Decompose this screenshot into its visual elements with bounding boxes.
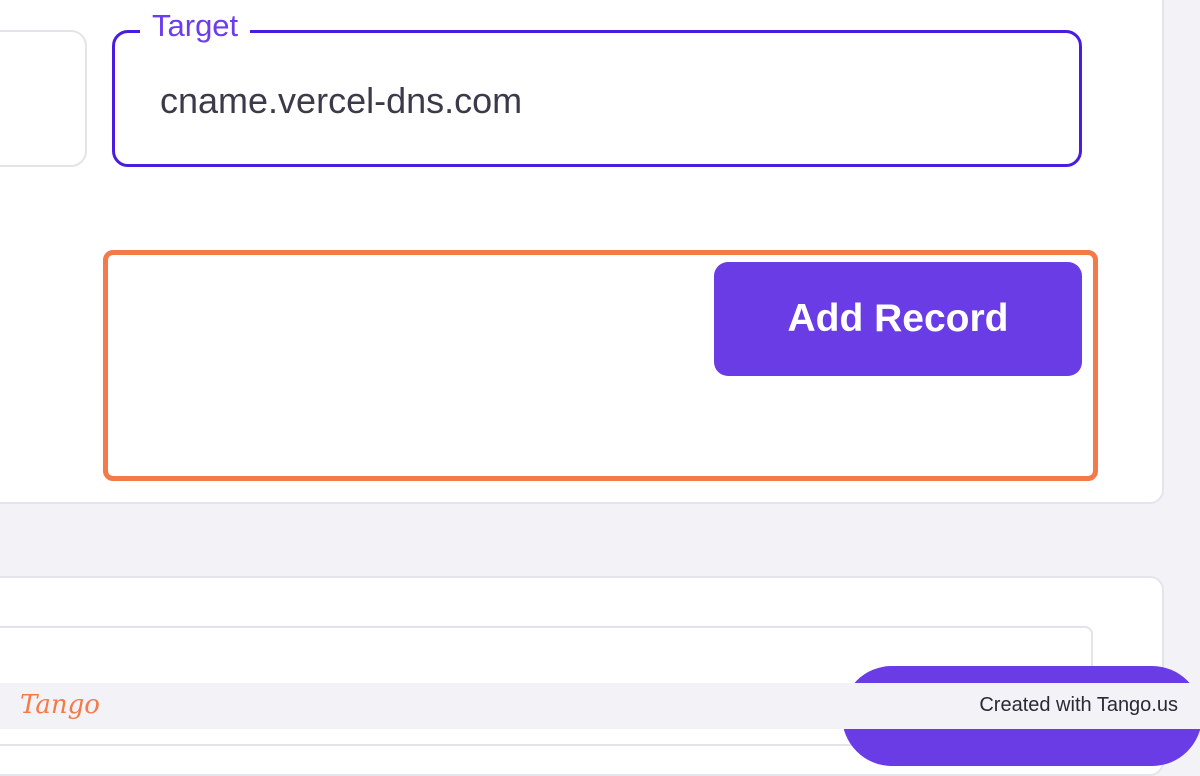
- add-record-button[interactable]: Add Record: [714, 262, 1082, 376]
- previous-input-field[interactable]: [0, 30, 87, 167]
- tango-footer: Tango Created with Tango.us: [0, 683, 1200, 729]
- target-field-label: Target: [140, 6, 251, 46]
- target-input[interactable]: [160, 74, 1040, 128]
- created-with-tango-text: Created with Tango.us: [979, 694, 1178, 716]
- tango-logo: Tango: [20, 690, 100, 720]
